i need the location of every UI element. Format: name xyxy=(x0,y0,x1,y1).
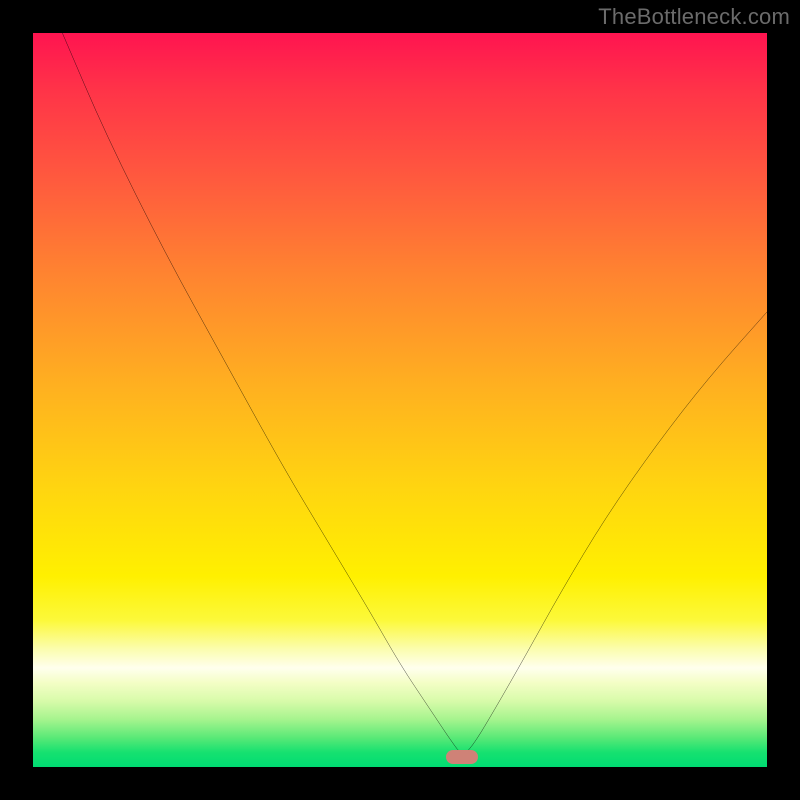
chart-frame: TheBottleneck.com xyxy=(0,0,800,800)
minimum-marker xyxy=(446,750,478,764)
watermark-text: TheBottleneck.com xyxy=(598,4,790,30)
bottleneck-curve xyxy=(33,33,767,767)
plot-area xyxy=(33,33,767,767)
